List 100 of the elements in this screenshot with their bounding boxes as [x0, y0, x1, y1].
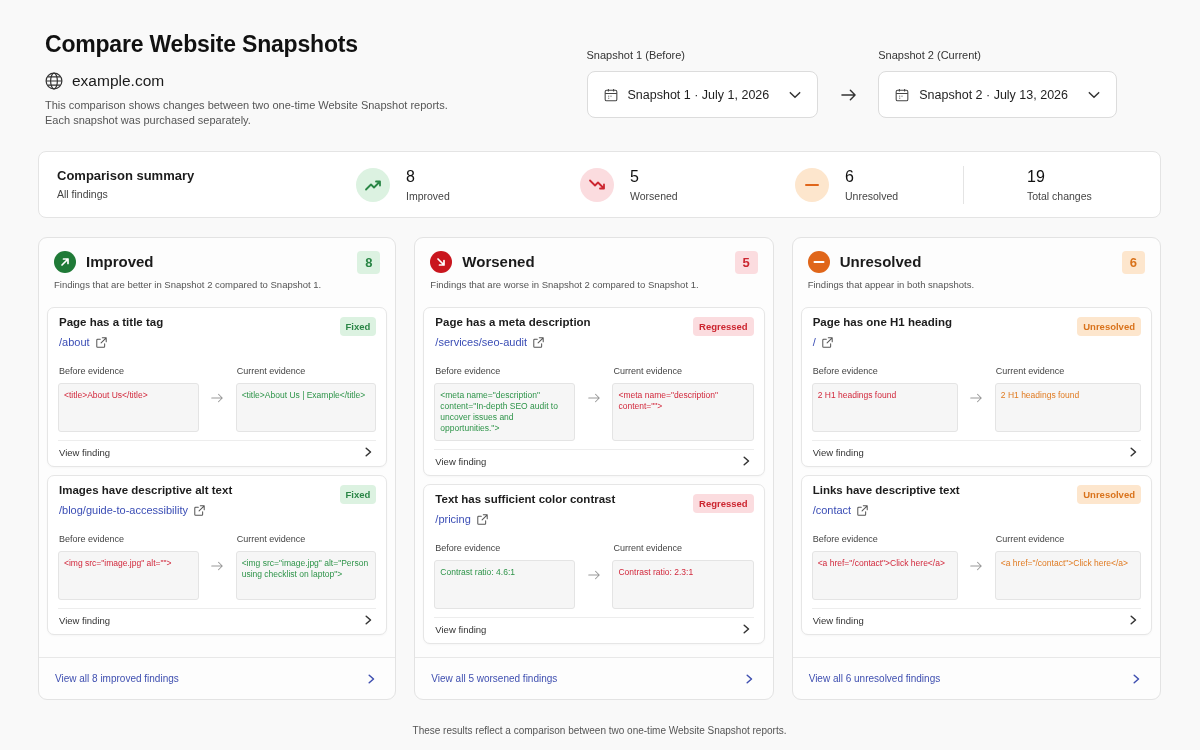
stat-label: Total changes [1027, 189, 1092, 203]
arrow-right-icon [970, 561, 983, 571]
chevron-right-icon [742, 624, 750, 634]
stat-label: Improved [406, 189, 450, 203]
panel-description: Findings that are better in Snapshot 2 compared to Snapshot 1. [53, 278, 323, 291]
stat-label: Unresolved [845, 189, 899, 203]
evidence-snippet: <meta name="description" content=""> [612, 383, 754, 441]
trend-up-icon [356, 167, 390, 202]
view-all-link[interactable]: View all 8 improved findings [55, 658, 376, 699]
evidence-snippet: Contrast ratio: 2.3:1 [612, 560, 754, 609]
evidence-label: Current evidence [613, 542, 684, 554]
evidence-snippet: <a href="/contact">Click here</a> [811, 551, 958, 600]
globe-icon [45, 72, 63, 90]
panel-title: Unresolved [839, 252, 922, 272]
page-link[interactable]: /services/seo-audit [435, 335, 545, 349]
view-finding-link[interactable]: View finding [58, 441, 377, 463]
chevron-right-icon [368, 673, 376, 684]
evidence-snippet: Contrast ratio: 4.6:1 [434, 560, 576, 609]
status-badge: Unresolved [1077, 485, 1141, 504]
external-link-icon [857, 504, 869, 516]
evidence-snippet: <img src="image.jpg" alt="Person using checklist on laptop"> [235, 551, 377, 600]
calendar-icon [895, 87, 910, 102]
external-link-icon [476, 513, 488, 525]
page-link[interactable]: /contact [812, 503, 869, 517]
panel-description: Findings that appear in both snapshots. [806, 278, 976, 291]
chevron-right-icon [742, 456, 750, 466]
stat-count: 5 [630, 166, 640, 187]
evidence-label: Current evidence [236, 533, 307, 545]
evidence-snippet: <title>About Us</title> [58, 383, 199, 432]
arrow-up-right-icon [54, 251, 76, 273]
finding-title: Text has sufficient color contrast [434, 492, 616, 507]
status-badge: Unresolved [1077, 317, 1141, 336]
evidence-label: Current evidence [236, 365, 307, 377]
external-link-icon [194, 504, 205, 516]
view-finding-link[interactable]: View finding [58, 609, 377, 631]
view-finding-link[interactable]: View finding [434, 450, 754, 472]
chevron-right-icon [365, 447, 373, 457]
evidence-snippet: <title>About Us | Example</title> [235, 383, 377, 432]
stat-count: 8 [406, 166, 416, 187]
evidence-label: Before evidence [812, 365, 879, 377]
trend-down-icon [580, 167, 614, 202]
page-title: Compare Website Snapshots [45, 30, 359, 59]
summary-title: Comparison summary [57, 168, 196, 184]
footer-note: These results reflect a comparison between two one-time Website Snapshot reports. [411, 724, 788, 737]
panel-description: Findings that are worse in Snapshot 2 compared to Snapshot 1. [429, 278, 700, 291]
view-finding-link[interactable]: View finding [434, 618, 754, 640]
description-text: Each snapshot was purchased separately. [45, 113, 252, 128]
evidence-snippet: <img src="image.jpg" alt=""> [58, 551, 199, 600]
status-badge: Fixed [339, 485, 377, 504]
view-all-link[interactable]: View all 6 unresolved findings [808, 658, 1140, 699]
arrow-right-icon [588, 393, 600, 403]
stat-count: 19 [1027, 166, 1046, 187]
count-badge: 6 [1122, 250, 1145, 274]
status-badge: Fixed [339, 317, 377, 336]
arrow-down-right-icon [430, 251, 453, 273]
chevron-right-icon [745, 673, 753, 684]
finding-title: Page has one H1 heading [811, 315, 952, 330]
evidence-snippet: 2 H1 headings found [994, 383, 1141, 432]
external-link-icon [821, 336, 833, 348]
chevron-right-icon [1130, 615, 1137, 625]
view-all-link[interactable]: View all 5 worsened findings [431, 658, 753, 699]
finding-title: Links have descriptive text [811, 483, 960, 498]
arrow-right-icon [211, 393, 224, 403]
picker-label: Snapshot 2 (Current) [878, 48, 982, 62]
page-link[interactable]: /blog/guide-to-accessibility [59, 503, 205, 517]
calendar-icon [603, 87, 618, 102]
evidence-label: Current evidence [995, 533, 1066, 545]
evidence-label: Current evidence [613, 365, 684, 377]
page-link[interactable]: / [812, 335, 833, 349]
finding-title: Page has a title tag [58, 315, 164, 330]
count-badge: 8 [357, 250, 381, 274]
arrow-right-icon [211, 561, 224, 571]
evidence-snippet: <a href="/contact">Click here</a> [994, 551, 1141, 600]
panel-title: Worsened [462, 252, 535, 272]
arrow-right-icon [970, 393, 983, 403]
stat-label: Worsened [630, 189, 678, 203]
date-picker[interactable]: Snapshot 1 · July 1, 2026 [586, 71, 819, 118]
count-badge: 5 [734, 250, 758, 274]
panel-title: Improved [86, 252, 154, 272]
finding-title: Images have descriptive alt text [58, 483, 233, 498]
date-picker[interactable]: Snapshot 2 · July 13, 2026 [878, 71, 1117, 118]
stat-count: 6 [845, 166, 855, 187]
view-finding-link[interactable]: View finding [811, 609, 1141, 631]
chevron-right-icon [1130, 447, 1137, 457]
finding-title: Page has a meta description [434, 315, 591, 330]
chevron-down-icon [789, 90, 802, 99]
evidence-snippet: 2 H1 headings found [811, 383, 958, 432]
arrow-right-icon [840, 88, 856, 101]
page-link[interactable]: /about [59, 335, 107, 349]
evidence-label: Before evidence [812, 533, 879, 545]
status-badge: Regressed [693, 317, 754, 336]
external-link-icon [95, 336, 107, 348]
picker-label: Snapshot 1 (Before) [586, 48, 686, 62]
evidence-snippet: <meta name="description" content="In-depth SEO audit to uncover issues and opportunities."> [434, 383, 576, 441]
chevron-down-icon [1088, 90, 1100, 99]
arrow-right-icon [588, 570, 600, 580]
evidence-label: Before evidence [59, 365, 126, 377]
summary-subtitle: All findings [57, 188, 109, 201]
page-link[interactable]: /pricing [435, 512, 488, 526]
view-finding-link[interactable]: View finding [811, 441, 1141, 463]
